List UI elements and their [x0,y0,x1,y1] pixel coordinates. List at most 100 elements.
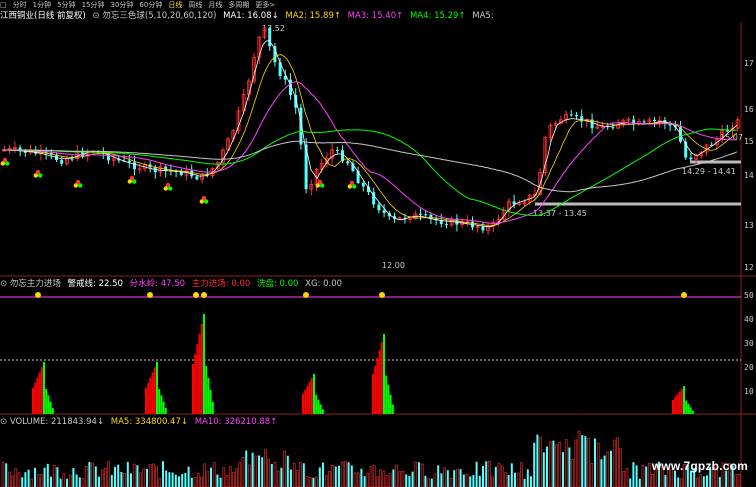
volume-bar [14,468,18,487]
indicator-bar [209,390,212,414]
volume-bar [564,439,568,487]
ind-axis-10: 10 [744,387,754,396]
indicator-bar [200,324,203,414]
volume-bar [360,468,363,487]
volume-bar [603,455,606,487]
axis-label-13: 13 [744,221,754,230]
volume-bar [338,465,340,487]
volume-bar [290,469,292,487]
volume-bar [622,471,626,487]
volume-bar [577,430,581,487]
volume-bar [299,462,302,487]
indicator-bar [385,375,388,414]
volume-bar [27,469,30,487]
volume-bar [178,476,180,487]
volume-bar [107,461,110,487]
candle-body [60,160,64,164]
volume-bar [340,461,344,487]
candle-body [346,161,350,164]
indicator-bar [319,404,322,414]
volume-bar [72,468,75,487]
volume-bar [610,450,612,487]
volume-bar [210,467,212,487]
signal-ball [0,161,5,166]
volume-bar [181,474,184,487]
volume-bar [433,473,437,487]
volume-bar [414,461,418,487]
volume-bar [356,472,360,487]
candle-body [127,160,131,163]
indicator-bar [387,385,390,414]
volume-bar [635,465,638,487]
indicator-bar [149,377,152,414]
volume-bar [641,464,645,487]
candle-body [642,121,646,123]
volume-bar [629,478,632,487]
volume-bar [552,440,555,487]
indicator-bar [689,407,692,414]
volume-bar [81,478,85,487]
volume-bar [222,467,226,487]
indicator-bars [32,314,694,414]
volume-bar [469,476,472,487]
candle-body [653,119,656,122]
indicator-bar [680,388,683,414]
indicator-bar [211,402,214,414]
indicator-bar [313,374,315,414]
candle-body [689,157,693,160]
volume-bar [411,471,414,487]
indicator-bar [672,400,674,414]
indicator-bar [151,372,154,414]
volume-bar [158,477,162,487]
volume-bar [725,470,728,487]
volume-bar [324,475,328,487]
indicator-bar [47,395,50,414]
volume-bar [459,469,462,487]
indicator-bar [158,389,161,414]
volume-bar [606,451,610,487]
volume-bar [8,471,11,487]
indicator-bar [194,354,197,414]
signal-ball [73,183,79,188]
volume-bar [152,463,155,487]
volume-bar [382,471,386,487]
volume-bar [84,465,88,487]
volume-bar [500,465,504,487]
chart-canvas[interactable]: 17 16 15 14 13 12 50 40 30 20 10 17.52 1… [0,0,756,487]
volume-bar [232,472,235,487]
volume-bar [494,466,497,487]
volume-bar [488,461,491,487]
volume-bar [94,466,97,487]
indicator-bar [372,374,374,414]
volume-bar [420,463,424,487]
indicator-bar [685,400,688,414]
signal-ball [347,184,352,189]
signal-ball [204,199,209,204]
volume-bar [418,462,420,487]
volume-bar [440,473,443,487]
volume-bar [651,474,654,487]
volume-bar [664,475,667,487]
volume-bar [424,475,427,487]
volume-bar [478,475,481,487]
indicator-bar [203,314,205,414]
volume-bar [46,463,49,487]
signal-ball [5,161,10,166]
volume-bar [196,472,200,487]
volume-bar [225,475,229,487]
indicator-bar [315,394,318,414]
volume-bar [78,477,81,487]
volume-bar [539,436,542,487]
volume-bar [59,478,62,487]
money-bag-icon [35,292,41,298]
volume-bar [68,474,72,487]
volume-bar [648,462,651,487]
volume-bar [251,452,254,487]
volume-bar [372,465,376,487]
volume-bar [248,464,251,487]
volume-bar [184,472,187,487]
volume-bar [737,473,741,487]
volume-bar [706,475,708,487]
signal-ball [163,186,168,191]
candle-body [419,213,422,215]
